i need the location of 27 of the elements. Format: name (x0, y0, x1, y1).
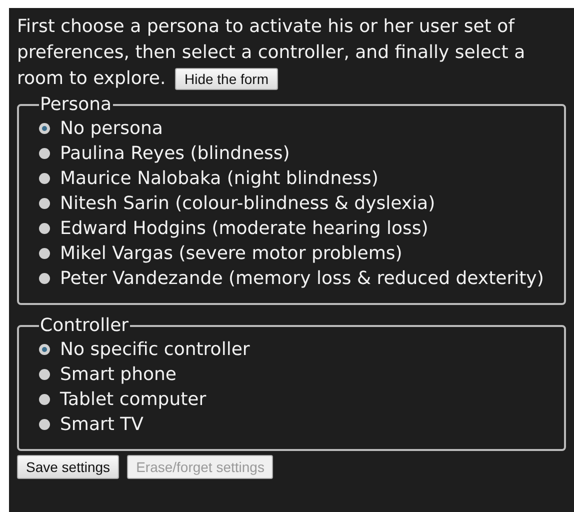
option-label: Smart TV (60, 414, 144, 436)
radio-button[interactable] (39, 148, 50, 159)
option-label: Nitesh Sarin (colour-blindness & dyslexia) (60, 192, 436, 214)
group-legend: Controller (39, 315, 130, 337)
option-label: Mikel Vargas (severe motor problems) (60, 242, 402, 264)
option-label: Maurice Nalobaka (night blindness) (60, 168, 378, 190)
radio-button[interactable] (39, 344, 50, 355)
option-label: No specific controller (60, 338, 250, 360)
radio-button[interactable] (39, 198, 50, 209)
hide-form-button[interactable]: Hide the form (175, 68, 278, 90)
option-label: Smart phone (60, 364, 176, 386)
radio-button[interactable] (39, 369, 50, 380)
instructions-text: First choose a persona to activate his or her user set of preferences, then select a controller, and finally select a room to explore. Hide the form (17, 15, 526, 92)
radio-button[interactable] (39, 173, 50, 184)
option-label: Paulina Reyes (blindness) (60, 142, 290, 164)
radio-button[interactable] (39, 273, 50, 284)
radio-button[interactable] (39, 123, 50, 134)
option-label: Peter Vandezande (memory loss & reduced dexterity) (60, 268, 544, 290)
settings-button[interactable]: Save settings (17, 455, 120, 479)
radio-button[interactable] (39, 248, 50, 259)
radio-button[interactable] (39, 394, 50, 405)
option-label: Edward Hodgins (moderate hearing loss) (60, 218, 428, 240)
radio-button[interactable] (39, 223, 50, 234)
option-label: No persona (60, 118, 163, 140)
group-legend: Persona (39, 94, 113, 116)
radio-button[interactable] (39, 419, 50, 430)
option-label: Tablet computer (60, 388, 206, 410)
